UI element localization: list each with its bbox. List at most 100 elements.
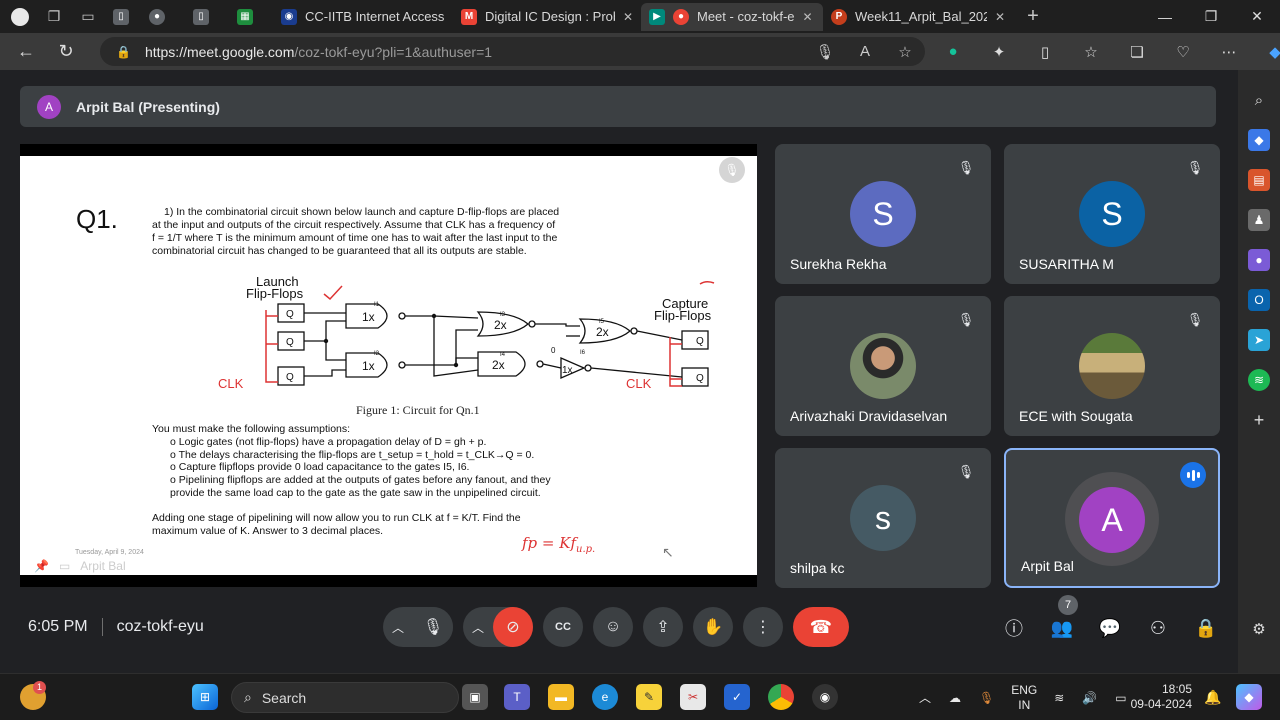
back-icon[interactable]: ←: [12, 38, 40, 66]
assumptions-intro: You must make the following assumptions:: [152, 423, 351, 435]
more-menu-icon[interactable]: ⋯: [1206, 43, 1252, 61]
tools-icon[interactable]: ▤: [1248, 169, 1270, 191]
tab-pdf-1[interactable]: ▯: [105, 3, 141, 31]
tab-meet[interactable]: ▶ ● Meet - coz-tokf-e ✕: [641, 2, 823, 31]
start-icon[interactable]: ⊞: [192, 684, 218, 710]
activities-icon[interactable]: ⚇: [1134, 618, 1182, 639]
refresh-icon[interactable]: ↻: [52, 38, 80, 66]
question-text: 1) In the combinatorial circuit shown be…: [152, 206, 722, 258]
task-view-icon[interactable]: ▣: [462, 684, 488, 710]
minimize-icon[interactable]: —: [1142, 0, 1188, 33]
sticky-notes-icon[interactable]: ✎: [636, 684, 662, 710]
chevron-up-icon[interactable]: ︿: [919, 689, 931, 706]
grammarly-icon[interactable]: ●: [930, 43, 976, 60]
chevron-up-icon[interactable]: ︿: [463, 619, 493, 636]
avatar-photo: [1079, 333, 1145, 399]
address-bar[interactable]: 🔒 https://meet.google.com/coz-tokf-eyu?p…: [100, 37, 925, 66]
tab-cc-iitb[interactable]: ◉ CC-IITB Internet Access: [273, 3, 453, 31]
teams-icon[interactable]: T: [504, 684, 530, 710]
meet-icon: ▶: [649, 8, 665, 25]
participant-tile-active-speaker[interactable]: A Arpit Bal: [1004, 448, 1220, 588]
restore-icon[interactable]: ❐: [1188, 0, 1234, 33]
pin-icon[interactable]: 📌: [34, 559, 49, 573]
language-indicator[interactable]: ENG IN: [1011, 683, 1037, 713]
volume-icon[interactable]: 🔊: [1082, 691, 1097, 705]
copilot-taskbar-icon[interactable]: ◆: [1236, 684, 1262, 710]
performance-icon[interactable]: ♡: [1160, 43, 1206, 61]
microphone-button[interactable]: 🎙: [413, 607, 453, 647]
host-controls-icon[interactable]: 🔒: [1182, 618, 1230, 639]
tab-actions-icon[interactable]: ▭: [78, 7, 98, 27]
games-icon[interactable]: ♟: [1248, 209, 1270, 231]
capture-ff-1: [681, 330, 709, 350]
tab-gmail[interactable]: M Digital IC Design : Prob ✕: [453, 3, 641, 31]
people-icon[interactable]: 👥: [1038, 618, 1086, 639]
tab-label: CC-IITB Internet Access: [305, 9, 445, 24]
assumption-item: Pipelining flipflops are added at the ou…: [170, 474, 712, 487]
profile-icon[interactable]: [10, 7, 30, 27]
present-button[interactable]: ⇪: [643, 607, 683, 647]
camera-control: ︿ ⊘: [463, 607, 533, 647]
emoji-button[interactable]: ☺: [593, 607, 633, 647]
new-tab-icon[interactable]: +: [1023, 5, 1043, 27]
gate-size: 2x: [492, 358, 505, 372]
add-sidebar-app-icon[interactable]: +: [1248, 409, 1270, 431]
collections-icon[interactable]: ❏: [1114, 43, 1160, 61]
network-icon[interactable]: ☁: [949, 691, 961, 705]
read-aloud-icon[interactable]: A: [845, 43, 885, 60]
telegram-icon[interactable]: ➤: [1248, 329, 1270, 351]
tab-sheets[interactable]: ▦: [229, 3, 273, 31]
close-tab-icon[interactable]: ✕: [623, 10, 633, 24]
favorite-star-icon[interactable]: ☆: [885, 43, 925, 61]
raise-hand-button[interactable]: ✋: [693, 607, 733, 647]
file-explorer-icon[interactable]: ▬: [548, 684, 574, 710]
participant-tile[interactable]: 🎙 Arivazhaki Dravidaselvan: [775, 296, 991, 436]
screen-share-icon: ▭: [58, 559, 71, 573]
notification-bell-icon[interactable]: 🔔: [1200, 684, 1226, 710]
participant-tile[interactable]: 🎙 s shilpa kc: [775, 448, 991, 588]
chevron-up-icon[interactable]: ︿: [383, 619, 413, 636]
shopping-icon[interactable]: ◆: [1248, 129, 1270, 151]
extensions-icon[interactable]: ✦: [976, 43, 1022, 61]
tab-pdf-2[interactable]: ▯: [185, 3, 229, 31]
taskbar-clock[interactable]: 18:05 09-04-2024: [1130, 682, 1192, 712]
microphone-icon[interactable]: 🎙: [805, 43, 845, 61]
chrome-icon[interactable]: [768, 684, 794, 710]
sidebar-settings-icon[interactable]: ⚙: [1248, 618, 1270, 640]
participant-tile[interactable]: 🎙 ECE with Sougata: [1004, 296, 1220, 436]
copilot-sidebar-icon[interactable]: ●: [1248, 249, 1270, 271]
taskbar-search[interactable]: ⌕ Search: [231, 682, 459, 713]
microphone-tray-icon[interactable]: 🎙: [979, 691, 994, 705]
outlook-icon[interactable]: O: [1248, 289, 1270, 311]
participant-tile[interactable]: 🎙 S Surekha Rekha: [775, 144, 991, 284]
close-tab-icon[interactable]: ✕: [995, 10, 1005, 24]
info-icon[interactable]: ⓘ: [990, 615, 1038, 641]
more-options-button[interactable]: ⋮: [743, 607, 783, 647]
edge-icon[interactable]: e: [592, 684, 618, 710]
lang-top: ENG: [1011, 682, 1038, 697]
lock-icon[interactable]: 🔒: [116, 45, 131, 59]
chat-icon[interactable]: 💬: [1086, 618, 1134, 639]
spotify-icon[interactable]: ≋: [1248, 369, 1270, 391]
shared-screen[interactable]: Q1. 1) In the combinatorial circuit show…: [20, 144, 757, 587]
close-tab-icon[interactable]: ✕: [803, 10, 813, 24]
obs-icon[interactable]: ◉: [812, 684, 838, 710]
search-label: Search: [261, 689, 307, 706]
wifi-icon[interactable]: ≋: [1054, 691, 1064, 705]
snipping-tool-icon[interactable]: ✂: [680, 684, 706, 710]
search-icon[interactable]: ⌕: [1248, 89, 1270, 111]
battery-icon[interactable]: ▭: [1115, 691, 1126, 705]
favorites-icon[interactable]: ☆: [1068, 43, 1114, 61]
workspaces-icon[interactable]: ❐: [44, 7, 64, 27]
end-call-button[interactable]: ☎: [793, 607, 849, 647]
split-screen-icon[interactable]: ▯: [1022, 43, 1068, 61]
notification-badge: 1: [33, 681, 46, 694]
camera-off-button[interactable]: ⊘: [493, 607, 533, 647]
tab-github[interactable]: ●: [141, 3, 185, 31]
todo-icon[interactable]: ✓: [724, 684, 750, 710]
tab-powerpoint[interactable]: P Week11_Arpit_Bal_202 ✕: [823, 3, 1013, 31]
copilot-icon[interactable]: ◆: [1252, 43, 1280, 61]
captions-button[interactable]: CC: [543, 607, 583, 647]
participant-tile[interactable]: 🎙 S SUSARITHA M: [1004, 144, 1220, 284]
close-window-icon[interactable]: ✕: [1234, 0, 1280, 33]
